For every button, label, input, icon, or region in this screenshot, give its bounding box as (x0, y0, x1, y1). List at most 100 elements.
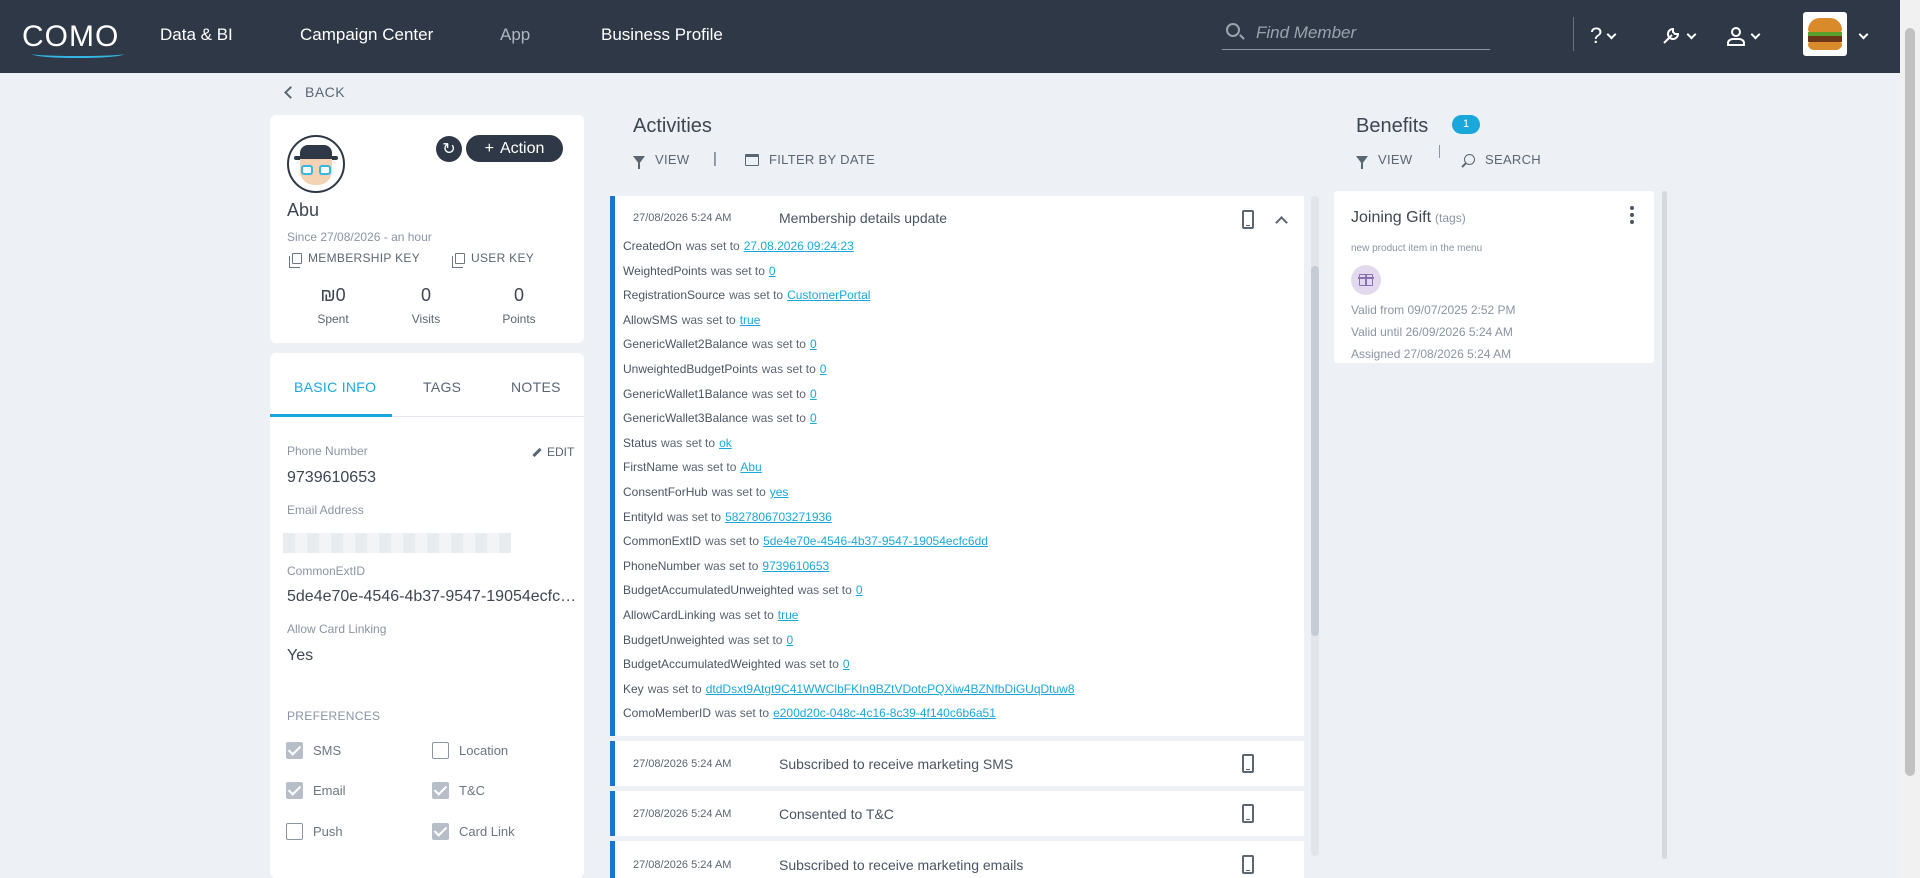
page-scrollbar-thumb[interactable] (1905, 28, 1915, 776)
pref-push[interactable]: Push (286, 823, 343, 840)
nav-campaign-center[interactable]: Campaign Center (300, 25, 433, 45)
filter-by-date-button[interactable]: FILTER BY DATE (745, 152, 875, 167)
change-value-link[interactable]: Abu (740, 460, 761, 474)
edit-label: EDIT (547, 445, 575, 459)
change-key: WeightedPoints (623, 263, 707, 278)
change-value-link[interactable]: 0 (856, 583, 863, 597)
checkbox-checked[interactable] (432, 782, 449, 799)
change-key: GenericWallet3Balance (623, 411, 748, 426)
benefits-search-button[interactable]: SEARCH (1464, 152, 1541, 167)
pref-sms[interactable]: SMS (286, 742, 341, 759)
change-value-link[interactable]: 0 (843, 657, 850, 671)
pref-card-link[interactable]: Card Link (432, 823, 515, 840)
chevron-down-icon (1686, 29, 1697, 39)
change-key: BudgetUnweighted (623, 632, 725, 647)
tools-menu[interactable] (1660, 22, 1697, 50)
benefit-assigned: Assigned 27/08/2026 5:24 AM (1351, 347, 1512, 361)
back-link[interactable]: BACK (284, 84, 345, 100)
stat-spent: ₪0 Spent (298, 285, 368, 326)
change-value-link[interactable]: 9739610653 (762, 559, 829, 573)
tab-tags[interactable]: TAGS (423, 379, 461, 395)
activity-consent-tc[interactable]: 27/08/2026 5:24 AM Consented to T&C (610, 791, 1304, 836)
change-value-link[interactable]: 0 (786, 633, 793, 647)
change-value-link[interactable]: 0 (769, 264, 776, 278)
business-avatar[interactable] (1803, 12, 1847, 56)
change-connector: was set to (705, 534, 760, 549)
benefit-card[interactable]: Joining Gift (tags) new product item in t… (1334, 191, 1654, 363)
more-options-icon[interactable] (1630, 206, 1634, 228)
nav-business-profile[interactable]: Business Profile (601, 25, 723, 45)
user-icon (1727, 27, 1745, 46)
benefit-description: new product item in the menu (1351, 243, 1483, 254)
checkbox-checked[interactable] (432, 823, 449, 840)
search-label: SEARCH (1485, 152, 1541, 167)
change-key: EntityId (623, 509, 664, 524)
info-tabs: BASIC INFO TAGS NOTES (270, 353, 584, 417)
pref-tc[interactable]: T&C (432, 782, 485, 799)
user-menu[interactable] (1726, 22, 1761, 50)
membership-key-button[interactable]: MEMBERSHIP KEY (289, 251, 420, 268)
pref-email[interactable]: Email (286, 782, 346, 799)
plus-icon: + (484, 139, 494, 157)
change-value-link[interactable]: true (740, 313, 761, 327)
activity-membership-update[interactable]: 27/08/2026 5:24 AM Membership details up… (610, 196, 1304, 736)
change-value-link[interactable]: yes (770, 485, 789, 499)
change-value-link[interactable]: 0 (810, 337, 817, 351)
checkbox-unchecked[interactable] (286, 823, 303, 840)
pref-label: Push (313, 824, 343, 839)
change-key: CommonExtID (623, 534, 702, 549)
como-logo[interactable]: COMO (22, 20, 124, 58)
activities-scrollbar[interactable] (1311, 196, 1319, 856)
checkbox-unchecked[interactable] (432, 742, 449, 759)
change-value-link[interactable]: dtdDsxt9Atgt9C41WWClbFKIn9BZtVDotcPQXiw4… (706, 682, 1075, 696)
pencil-icon (532, 447, 542, 457)
change-connector: was set to (711, 485, 766, 499)
mobile-icon (1242, 804, 1254, 823)
activity-title: Subscribed to receive marketing emails (779, 857, 1024, 873)
tab-basic-info[interactable]: BASIC INFO (294, 379, 376, 395)
refresh-button[interactable]: ↻ (436, 136, 462, 162)
change-value-link[interactable]: 27.08.2026 09:24:23 (744, 239, 854, 253)
member-name: Abu (287, 200, 320, 220)
nav-data-bi[interactable]: Data & BI (160, 25, 233, 45)
checkbox-checked[interactable] (286, 782, 303, 799)
wrench-icon (1663, 27, 1680, 44)
change-value-link[interactable]: true (778, 608, 799, 622)
user-key-button[interactable]: USER KEY (452, 251, 534, 268)
benefits-view-filter[interactable]: VIEW (1356, 152, 1412, 169)
activity-title: Membership details update (779, 210, 948, 226)
change-value-link[interactable]: e200d20c-048c-4c16-8c39-4f140c6b6a51 (773, 706, 996, 720)
activity-marketing-emails[interactable]: 27/08/2026 5:24 AM Subscribed to receive… (610, 841, 1304, 878)
change-value-link[interactable]: 5827806703271936 (725, 510, 832, 524)
activity-marketing-sms[interactable]: 27/08/2026 5:24 AM Subscribed to receive… (610, 741, 1304, 786)
edit-button[interactable]: EDIT (532, 445, 574, 459)
page-scrollbar[interactable] (1900, 0, 1920, 878)
activities-scrollbar-thumb[interactable] (1311, 266, 1319, 636)
change-key: RegistrationSource (623, 288, 726, 303)
mobile-icon (1242, 855, 1254, 874)
business-menu-toggle[interactable] (1858, 22, 1869, 50)
change-connector: was set to (784, 657, 839, 672)
change-value-link[interactable]: 0 (810, 411, 817, 425)
collapse-chevron-icon[interactable] (1275, 216, 1288, 229)
change-value-link[interactable]: 5de4e70e-4546-4b37-9547-19054ecfc6dd (763, 534, 988, 548)
help-menu[interactable]: ? (1590, 22, 1617, 50)
change-line: AllowSMS was set to true (623, 313, 760, 327)
action-button[interactable]: + Action (466, 135, 563, 162)
change-connector: was set to (667, 509, 722, 524)
change-key: Status (623, 435, 658, 450)
nav-app[interactable]: App (500, 25, 530, 45)
benefits-scrollbar[interactable] (1662, 191, 1667, 859)
activity-date: 27/08/2026 5:24 AM (633, 212, 732, 224)
checkbox-checked[interactable] (286, 742, 303, 759)
member-info-card: BASIC INFO TAGS NOTES EDIT Phone Number … (270, 353, 584, 878)
find-member-input[interactable] (1256, 23, 1476, 43)
activities-view-filter[interactable]: VIEW (633, 152, 689, 169)
change-value-link[interactable]: ok (719, 436, 732, 450)
change-value-link[interactable]: 0 (810, 387, 817, 401)
change-value-link[interactable]: CustomerPortal (787, 288, 870, 302)
pref-location[interactable]: Location (432, 742, 508, 759)
activity-date: 27/08/2026 5:24 AM (633, 758, 732, 770)
tab-notes[interactable]: NOTES (511, 379, 561, 395)
change-value-link[interactable]: 0 (820, 362, 827, 376)
